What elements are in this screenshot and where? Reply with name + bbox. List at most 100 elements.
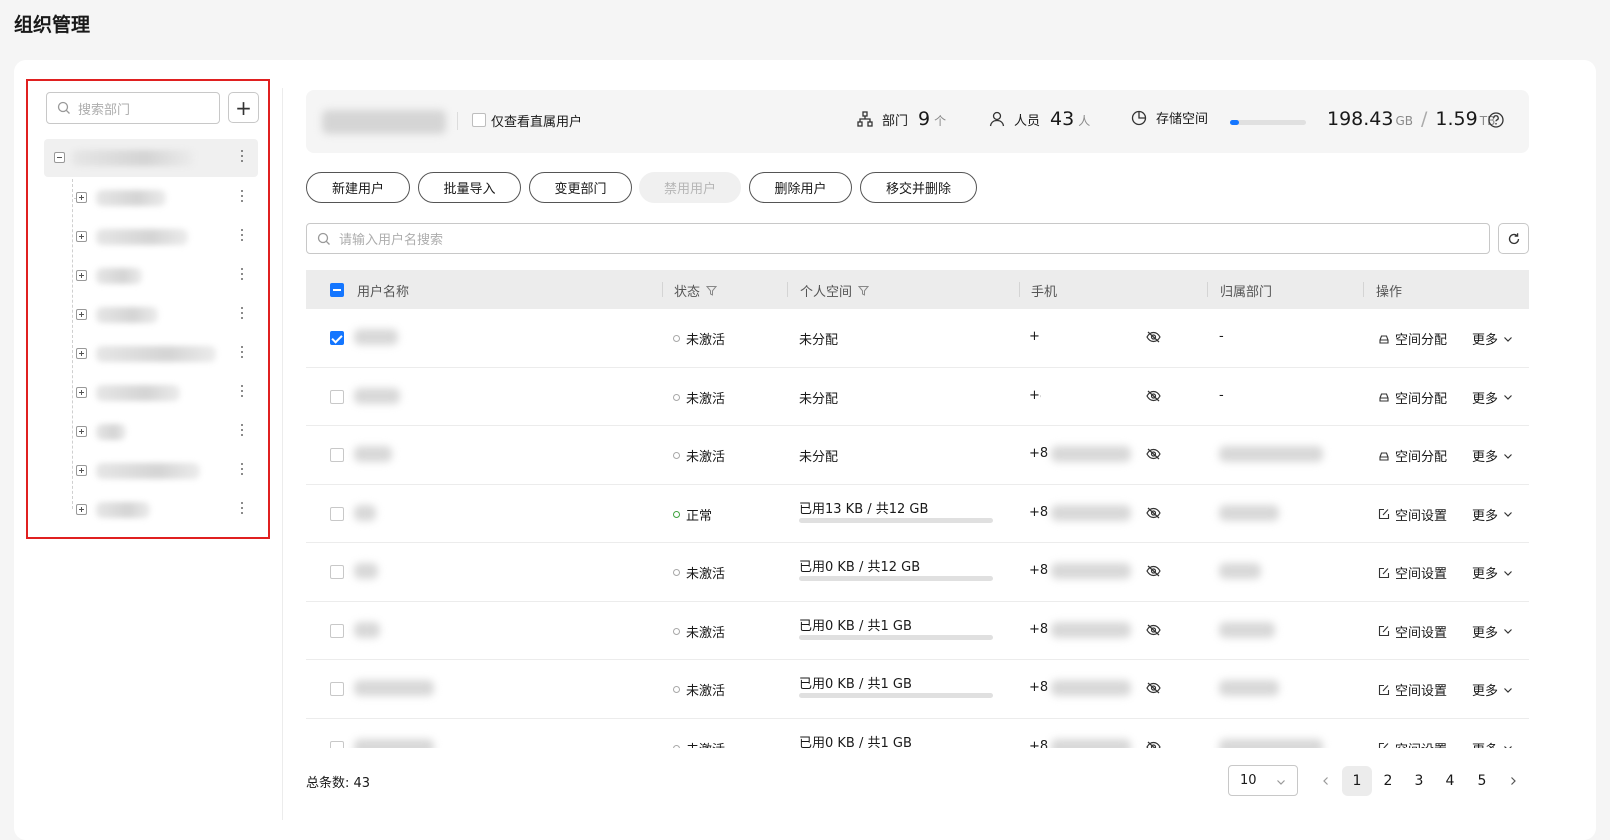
row-checkbox[interactable] bbox=[330, 740, 344, 748]
direct-users-checkbox[interactable] bbox=[472, 113, 486, 127]
space-settings-link[interactable]: 空间设置 bbox=[1378, 680, 1447, 699]
tree-node[interactable] bbox=[44, 335, 258, 373]
expand-icon[interactable] bbox=[76, 309, 87, 320]
row-checkbox[interactable] bbox=[330, 682, 344, 696]
row-checkbox[interactable] bbox=[330, 389, 344, 404]
expand-icon[interactable] bbox=[76, 270, 87, 281]
table-row[interactable]: 正常 已用13 KB / 共12 GB +8 空间设置 更多 bbox=[306, 485, 1529, 543]
allocate-space-link[interactable]: 空间分配 bbox=[1378, 388, 1447, 407]
page-4-button[interactable]: 4 bbox=[1435, 766, 1465, 796]
disable-user-button[interactable]: 禁用用户 bbox=[639, 172, 741, 203]
eye-off-icon[interactable] bbox=[1146, 331, 1161, 343]
more-vertical-icon[interactable] bbox=[240, 190, 244, 204]
tree-node[interactable] bbox=[44, 413, 258, 451]
table-row[interactable]: 未激活 未分配 + - 空间分配 更多 bbox=[306, 309, 1529, 368]
tree-node[interactable] bbox=[44, 257, 258, 295]
tree-node[interactable] bbox=[44, 179, 258, 217]
more-dropdown[interactable]: 更多 bbox=[1472, 446, 1513, 465]
department-search-input[interactable]: 搜索部门 bbox=[46, 92, 220, 124]
delete-user-button[interactable]: 删除用户 bbox=[749, 172, 852, 203]
more-dropdown[interactable]: 更多 bbox=[1472, 563, 1513, 582]
expand-icon[interactable] bbox=[76, 426, 87, 437]
expand-icon[interactable] bbox=[76, 465, 87, 476]
table-row[interactable]: 未激活 未分配 +8 - 空间分配 更多 bbox=[306, 367, 1529, 426]
table-row[interactable]: 未激活 已用0 KB / 共1 GB +8 空间设置 更多 bbox=[306, 660, 1529, 719]
user-search-input[interactable]: 请输入用户名搜索 bbox=[306, 223, 1490, 254]
expand-icon[interactable] bbox=[76, 348, 87, 359]
more-dropdown[interactable]: 更多 bbox=[1472, 329, 1513, 348]
space-settings-link[interactable]: 空间设置 bbox=[1378, 739, 1447, 748]
eye-off-icon[interactable] bbox=[1146, 741, 1161, 749]
tree-root-node[interactable] bbox=[44, 139, 258, 177]
more-vertical-icon[interactable] bbox=[240, 424, 244, 438]
more-vertical-icon[interactable] bbox=[240, 385, 244, 399]
more-vertical-icon[interactable] bbox=[240, 150, 244, 164]
page-1-button[interactable]: 1 bbox=[1342, 766, 1372, 796]
department-search-placeholder: 搜索部门 bbox=[78, 102, 131, 118]
expand-icon[interactable] bbox=[76, 231, 87, 242]
more-vertical-icon[interactable] bbox=[240, 463, 244, 477]
page-5-button[interactable]: 5 bbox=[1467, 766, 1497, 796]
expand-icon[interactable] bbox=[76, 192, 87, 203]
more-vertical-icon[interactable] bbox=[240, 502, 244, 516]
select-all-checkbox[interactable] bbox=[330, 283, 344, 297]
tree-node[interactable] bbox=[44, 374, 258, 412]
row-checkbox[interactable] bbox=[330, 623, 344, 638]
storage-label: 存储空间 bbox=[1156, 112, 1209, 127]
page-2-button[interactable]: 2 bbox=[1373, 766, 1403, 796]
more-dropdown[interactable]: 更多 bbox=[1472, 739, 1513, 748]
dept-count-stat: 部门 9 个 bbox=[856, 108, 946, 130]
page-3-button[interactable]: 3 bbox=[1404, 766, 1434, 796]
allocate-space-link[interactable]: 空间分配 bbox=[1378, 329, 1447, 348]
row-checkbox[interactable] bbox=[330, 448, 344, 462]
page-size-select[interactable]: 10 bbox=[1228, 765, 1298, 796]
filter-icon[interactable] bbox=[706, 285, 718, 296]
table-row[interactable]: 未激活 已用0 KB / 共1 GB +8 空间设置 更多 bbox=[306, 719, 1529, 749]
space-settings-link[interactable]: 空间设置 bbox=[1378, 622, 1447, 641]
row-checkbox[interactable] bbox=[330, 506, 344, 521]
more-dropdown[interactable]: 更多 bbox=[1472, 622, 1513, 641]
expand-icon[interactable] bbox=[76, 387, 87, 398]
eye-off-icon[interactable] bbox=[1146, 624, 1161, 636]
storage-total-value: 1.59 bbox=[1435, 108, 1478, 130]
tree-node[interactable] bbox=[44, 218, 258, 256]
refresh-button[interactable] bbox=[1498, 223, 1529, 254]
eye-off-icon[interactable] bbox=[1146, 682, 1161, 694]
table-row[interactable]: 未激活 未分配 +8 空间分配 更多 bbox=[306, 426, 1529, 485]
question-circle-icon[interactable] bbox=[1487, 111, 1505, 129]
allocate-space-link[interactable]: 空间分配 bbox=[1378, 446, 1447, 465]
transfer-and-delete-button[interactable]: 移交并删除 bbox=[860, 172, 977, 203]
tree-node[interactable] bbox=[44, 491, 258, 529]
eye-off-icon[interactable] bbox=[1146, 448, 1161, 460]
space-settings-link[interactable]: 空间设置 bbox=[1378, 505, 1447, 524]
change-department-button[interactable]: 变更部门 bbox=[529, 172, 632, 203]
eye-off-icon[interactable] bbox=[1146, 390, 1161, 402]
prev-page-button[interactable] bbox=[1311, 766, 1341, 796]
direct-users-label[interactable]: 仅查看直属用户 bbox=[491, 111, 582, 130]
new-user-button[interactable]: 新建用户 bbox=[306, 172, 410, 203]
next-page-button[interactable] bbox=[1498, 766, 1528, 796]
more-dropdown[interactable]: 更多 bbox=[1472, 505, 1513, 524]
table-row[interactable]: 未激活 已用0 KB / 共12 GB +8 空间设置 更多 bbox=[306, 543, 1529, 602]
tree-node[interactable] bbox=[44, 452, 258, 490]
table-row[interactable]: 未激活 已用0 KB / 共1 GB +8 空间设置 更多 bbox=[306, 602, 1529, 660]
expand-icon[interactable] bbox=[76, 504, 87, 515]
eye-off-icon[interactable] bbox=[1146, 507, 1161, 519]
more-vertical-icon[interactable] bbox=[240, 346, 244, 360]
more-vertical-icon[interactable] bbox=[240, 307, 244, 321]
space-settings-link[interactable]: 空间设置 bbox=[1378, 563, 1447, 582]
tree-node[interactable] bbox=[44, 296, 258, 334]
more-vertical-icon[interactable] bbox=[240, 268, 244, 282]
more-dropdown[interactable]: 更多 bbox=[1472, 388, 1513, 407]
filter-icon[interactable] bbox=[858, 285, 870, 296]
eye-off-icon[interactable] bbox=[1146, 565, 1161, 577]
collapse-icon[interactable] bbox=[54, 152, 65, 163]
add-department-button[interactable]: + bbox=[228, 92, 259, 123]
row-checkbox[interactable] bbox=[330, 331, 344, 345]
more-dropdown[interactable]: 更多 bbox=[1472, 680, 1513, 699]
status-dot bbox=[673, 627, 680, 635]
row-checkbox[interactable] bbox=[330, 565, 344, 579]
batch-import-button[interactable]: 批量导入 bbox=[418, 172, 521, 203]
phone-number bbox=[1051, 504, 1131, 521]
more-vertical-icon[interactable] bbox=[240, 229, 244, 243]
